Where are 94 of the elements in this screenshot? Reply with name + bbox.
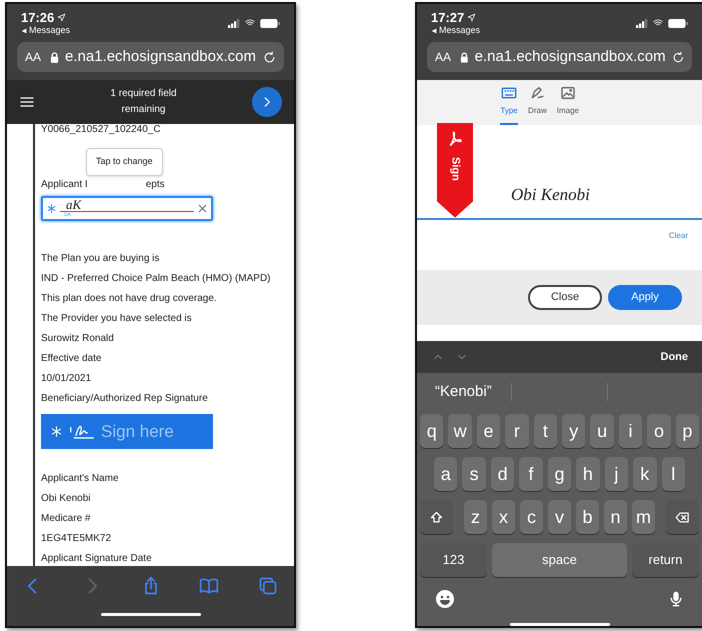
lock-icon [50,52,60,62]
keyboard-key[interactable]: o [647,414,671,448]
tabs-icon[interactable] [258,576,278,596]
typed-signature: Obi Kenobi [511,184,590,206]
keyboard-key[interactable]: j [604,457,628,491]
document-text: Obi Kenobi [41,492,92,506]
document-text: 1EG4TE5MK72 [41,532,112,546]
keyboard-key[interactable]: u [590,414,614,448]
field-label: epts [146,178,165,192]
document-text: Effective date [41,352,102,366]
keyboard-key[interactable]: d [490,457,514,491]
ribbon-label: Sign [448,156,462,180]
book-icon[interactable] [199,576,220,596]
shift-key[interactable] [420,500,453,534]
url-text: e.na1.echosignsandbox.com [474,46,666,67]
clock-time: 17:26 [21,10,54,25]
document-text: Applicant's Name [41,472,120,486]
keyboard-key[interactable]: i [618,414,642,448]
url-text: e.na1.echosignsandbox.com [65,46,257,67]
wifi-icon [652,18,664,28]
signal-icon [228,18,240,28]
microphone-icon[interactable] [668,589,684,609]
next-field-button[interactable] [252,87,282,117]
keyboard-key[interactable]: q [420,414,444,448]
document-text: This plan does not have drug coverage. [41,292,218,306]
apply-button[interactable]: Apply [608,284,682,310]
document-text: The Provider you have selected is [41,312,193,326]
back-to-app-link[interactable]: Messages [439,25,480,36]
shift-icon [429,510,444,524]
clock-time: 17:27 [431,10,464,25]
keyboard-key[interactable]: m [632,500,655,534]
document-text: Applicant Signature Date [41,552,153,566]
keyboard-key[interactable]: h [576,457,600,491]
required-fields-message: 1 required field [110,87,177,101]
form-code-text: Y0066_210527_102240_C [41,124,162,136]
keyboard-key[interactable]: s [462,457,486,491]
tooltip: Tap to change [86,148,163,176]
lock-icon [460,52,469,62]
text-size-button[interactable]: AA [435,48,452,66]
keyboard-key[interactable]: c [520,500,543,534]
reload-icon [263,50,276,64]
battery-icon [668,18,688,28]
signature-mode-tab[interactable]: Draw [528,84,547,125]
document-text: The Plan you are buying is [41,252,160,266]
back-triangle-icon [21,28,27,34]
wifi-icon [244,18,256,28]
keyboard-key[interactable]: v [548,500,571,534]
required-fields-message: remaining [122,103,166,117]
document-text: 10/01/2021 [41,372,92,386]
emoji-icon[interactable] [435,589,455,609]
document-text: Medicare # [41,512,92,526]
document-text: Beneficiary/Authorized Rep Signature [41,392,209,406]
location-arrow-icon [467,13,476,22]
address-bar[interactable]: AA e.na1.echosignsandbox.com [17,42,284,72]
text-size-button[interactable]: AA [25,48,42,66]
keyboard-key[interactable]: f [519,457,543,491]
document-text: Surowitz Ronald [41,332,115,346]
keyboard-key[interactable]: k [633,457,656,491]
done-button[interactable]: Done [660,348,688,366]
field-label: Applicant I [41,178,88,192]
image-icon [558,84,577,101]
keyboard-icon [500,84,518,101]
keyboard-key[interactable]: x [492,500,515,534]
reload-icon [672,50,684,64]
keyboard-key[interactable]: r [505,414,529,448]
back-to-app-link[interactable]: Messages [29,25,70,36]
numbers-key[interactable]: 123 [420,543,487,577]
word-suggestion[interactable]: “Kenobi” [435,380,492,404]
keyboard-key[interactable]: y [562,414,586,448]
address-bar[interactable]: AA e.na1.echosignsandbox.com [427,42,692,72]
keyboard-key[interactable]: a [434,457,458,491]
keyboard-key[interactable]: l [662,457,685,491]
keyboard-key[interactable]: w [448,414,472,448]
document-text: IND - Preferred Choice Palm Beach (HMO) (MAPD) [41,272,272,286]
battery-icon [260,18,280,28]
close-button[interactable]: Close [528,284,602,310]
keyboard-key[interactable]: n [604,500,627,534]
clear-link[interactable]: Clear [668,230,688,242]
location-arrow-icon [57,13,66,22]
signal-icon [636,18,648,28]
keyboard-key[interactable]: g [548,457,572,491]
keyboard-key[interactable]: e [476,414,500,448]
keyboard-key[interactable]: z [464,500,487,534]
delete-icon [674,510,691,524]
keyboard-key[interactable]: b [576,500,599,534]
keyboard-key[interactable]: p [676,414,700,448]
back-triangle-icon [431,28,437,34]
close-icon[interactable] [197,202,208,214]
space-key[interactable]: space [492,543,627,577]
keyboard-key[interactable]: t [534,414,558,448]
delete-key[interactable] [666,500,699,534]
initials-value: aK [60,198,194,212]
signature-mode-tab[interactable]: Image [556,84,579,125]
return-key[interactable]: return [632,543,699,577]
